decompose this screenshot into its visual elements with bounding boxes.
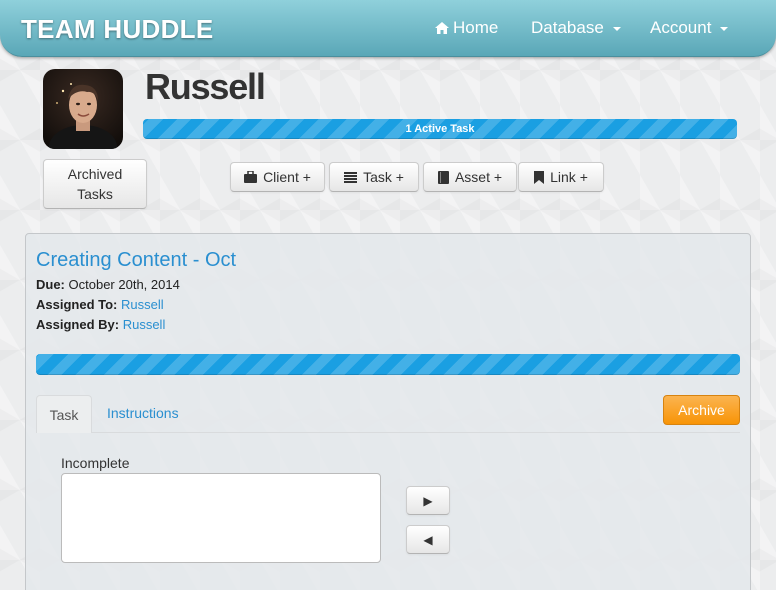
nav-home[interactable]: Home	[435, 18, 498, 38]
top-navbar: TEAM HUDDLE Home Database Account	[0, 0, 776, 57]
task-due: Due: October 20th, 2014	[36, 277, 180, 292]
tab-task-label: Task	[49, 406, 79, 423]
play-left-icon: ◀	[423, 532, 433, 547]
archived-tasks-button[interactable]: Archived Tasks	[43, 159, 147, 209]
tab-task[interactable]: Task	[36, 395, 92, 433]
book-icon	[437, 170, 449, 184]
active-tasks-label: 1 Active Task	[405, 123, 475, 135]
archived-tasks-label-line1: Archived	[67, 166, 123, 182]
active-tasks-progress-bar: 1 Active Task	[143, 119, 737, 139]
home-icon	[435, 21, 449, 34]
move-left-button[interactable]: ◀	[406, 525, 450, 554]
add-task-button[interactable]: Task +	[329, 162, 419, 192]
incomplete-list[interactable]	[61, 473, 381, 563]
incomplete-label: Incomplete	[61, 455, 130, 471]
bookmark-icon	[534, 170, 545, 184]
archive-button[interactable]: Archive	[663, 395, 740, 425]
assigned-by-label: Assigned By:	[36, 317, 120, 332]
add-link-button[interactable]: Link +	[518, 162, 604, 192]
brand-logo[interactable]: TEAM HUDDLE	[21, 14, 214, 45]
due-value: October 20th, 2014	[68, 277, 180, 292]
assigned-to-user-link[interactable]: Russell	[121, 297, 164, 312]
nav-database-label: Database	[531, 18, 604, 37]
chevron-down-icon	[720, 27, 729, 31]
add-link-label: Link +	[550, 169, 588, 185]
add-asset-button[interactable]: Asset +	[423, 162, 517, 192]
add-task-label: Task +	[363, 169, 404, 185]
add-client-label: Client +	[263, 169, 311, 185]
nav-account-dropdown[interactable]: Account	[650, 18, 729, 38]
tab-instructions[interactable]: Instructions	[107, 405, 179, 421]
move-right-button[interactable]: ▶	[406, 486, 450, 515]
task-assigned-to: Assigned To: Russell	[36, 297, 164, 312]
nav-home-label: Home	[453, 18, 499, 37]
list-icon	[344, 171, 358, 183]
play-right-icon: ▶	[423, 493, 433, 508]
nav-database-dropdown[interactable]: Database	[531, 18, 621, 38]
archived-tasks-label-line2: Tasks	[77, 186, 113, 202]
avatar	[43, 69, 123, 149]
assigned-to-label: Assigned To:	[36, 297, 118, 312]
due-label: Due:	[36, 277, 65, 292]
briefcase-icon	[244, 171, 258, 183]
chevron-down-icon	[612, 27, 621, 31]
task-title-link[interactable]: Creating Content - Oct	[36, 249, 236, 272]
profile-name: Russell	[145, 66, 266, 107]
assigned-by-user-link[interactable]: Russell	[123, 317, 166, 332]
nav-account-label: Account	[650, 18, 712, 37]
add-client-button[interactable]: Client +	[230, 162, 325, 192]
tab-divider	[92, 432, 740, 433]
add-asset-label: Asset +	[454, 169, 503, 185]
task-assigned-by: Assigned By: Russell	[36, 317, 165, 332]
task-progress-bar	[36, 354, 740, 375]
